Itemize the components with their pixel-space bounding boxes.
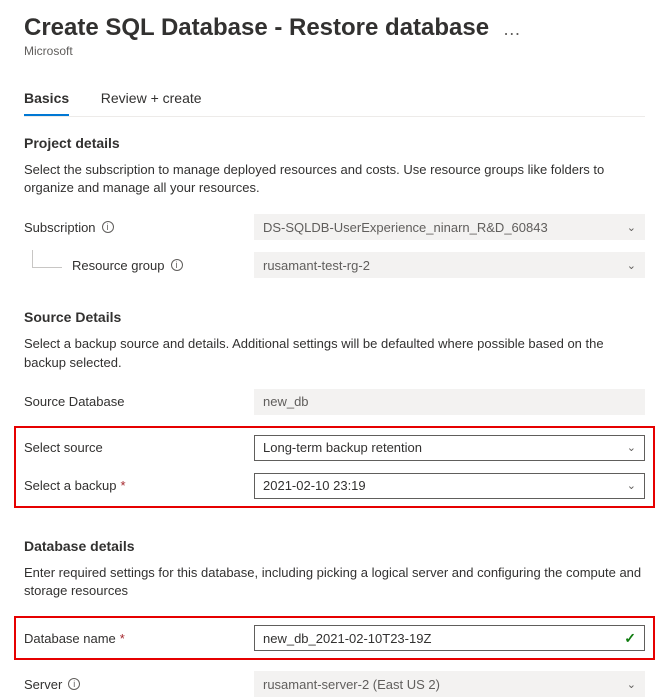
subscription-label: Subscription i	[24, 220, 254, 235]
select-source-dropdown[interactable]: Long-term backup retention ⌄	[254, 435, 645, 461]
page-subtitle: Microsoft	[24, 44, 645, 58]
source-details-title: Source Details	[24, 309, 645, 325]
source-database-field: new_db	[254, 389, 645, 415]
source-details-desc: Select a backup source and details. Addi…	[24, 335, 645, 371]
tab-basics[interactable]: Basics	[24, 82, 69, 116]
database-details-desc: Enter required settings for this databas…	[24, 564, 645, 600]
page-title: Create SQL Database - Restore database	[24, 14, 489, 41]
select-backup-dropdown[interactable]: 2021-02-10 23:19 ⌄	[254, 473, 645, 499]
server-label: Server i	[24, 677, 254, 692]
source-database-label: Source Database	[24, 394, 254, 409]
source-database-row: Source Database new_db	[24, 388, 645, 416]
more-icon[interactable]: …	[503, 19, 521, 39]
server-dropdown[interactable]: rusamant-server-2 (East US 2) ⌄	[254, 671, 645, 697]
select-backup-label: Select a backup *	[24, 478, 254, 493]
info-icon[interactable]: i	[68, 678, 80, 690]
check-icon: ✓	[624, 630, 636, 647]
source-highlight: Select source Long-term backup retention…	[14, 426, 655, 508]
resource-group-label: Resource group i	[24, 258, 254, 273]
chevron-down-icon: ⌄	[627, 479, 636, 492]
server-row: Server i rusamant-server-2 (East US 2) ⌄	[24, 670, 645, 698]
database-name-label: Database name *	[24, 631, 254, 646]
tabs: Basics Review + create	[24, 82, 645, 117]
resource-group-row: Resource group i rusamant-test-rg-2 ⌄	[24, 251, 645, 279]
tab-review-create[interactable]: Review + create	[101, 82, 202, 114]
required-indicator: *	[121, 478, 126, 493]
chevron-down-icon: ⌄	[627, 441, 636, 454]
page-header: Create SQL Database - Restore database ……	[24, 14, 645, 58]
chevron-down-icon: ⌄	[627, 259, 636, 272]
database-details-title: Database details	[24, 538, 645, 554]
subscription-dropdown[interactable]: DS-SQLDB-UserExperience_ninarn_R&D_60843…	[254, 214, 645, 240]
resource-group-dropdown[interactable]: rusamant-test-rg-2 ⌄	[254, 252, 645, 278]
info-icon[interactable]: i	[102, 221, 114, 233]
database-name-row: Database name * new_db_2021-02-10T23-19Z…	[24, 624, 645, 652]
tree-indent-icon	[32, 250, 62, 268]
select-backup-row: Select a backup * 2021-02-10 23:19 ⌄	[24, 472, 645, 500]
project-details-title: Project details	[24, 135, 645, 151]
info-icon[interactable]: i	[171, 259, 183, 271]
select-source-label: Select source	[24, 440, 254, 455]
chevron-down-icon: ⌄	[627, 221, 636, 234]
project-details-desc: Select the subscription to manage deploy…	[24, 161, 645, 197]
required-indicator: *	[120, 631, 125, 646]
database-name-field[interactable]: new_db_2021-02-10T23-19Z ✓	[254, 625, 645, 651]
select-source-row: Select source Long-term backup retention…	[24, 434, 645, 462]
chevron-down-icon: ⌄	[627, 678, 636, 691]
database-name-highlight: Database name * new_db_2021-02-10T23-19Z…	[14, 616, 655, 660]
subscription-row: Subscription i DS-SQLDB-UserExperience_n…	[24, 213, 645, 241]
